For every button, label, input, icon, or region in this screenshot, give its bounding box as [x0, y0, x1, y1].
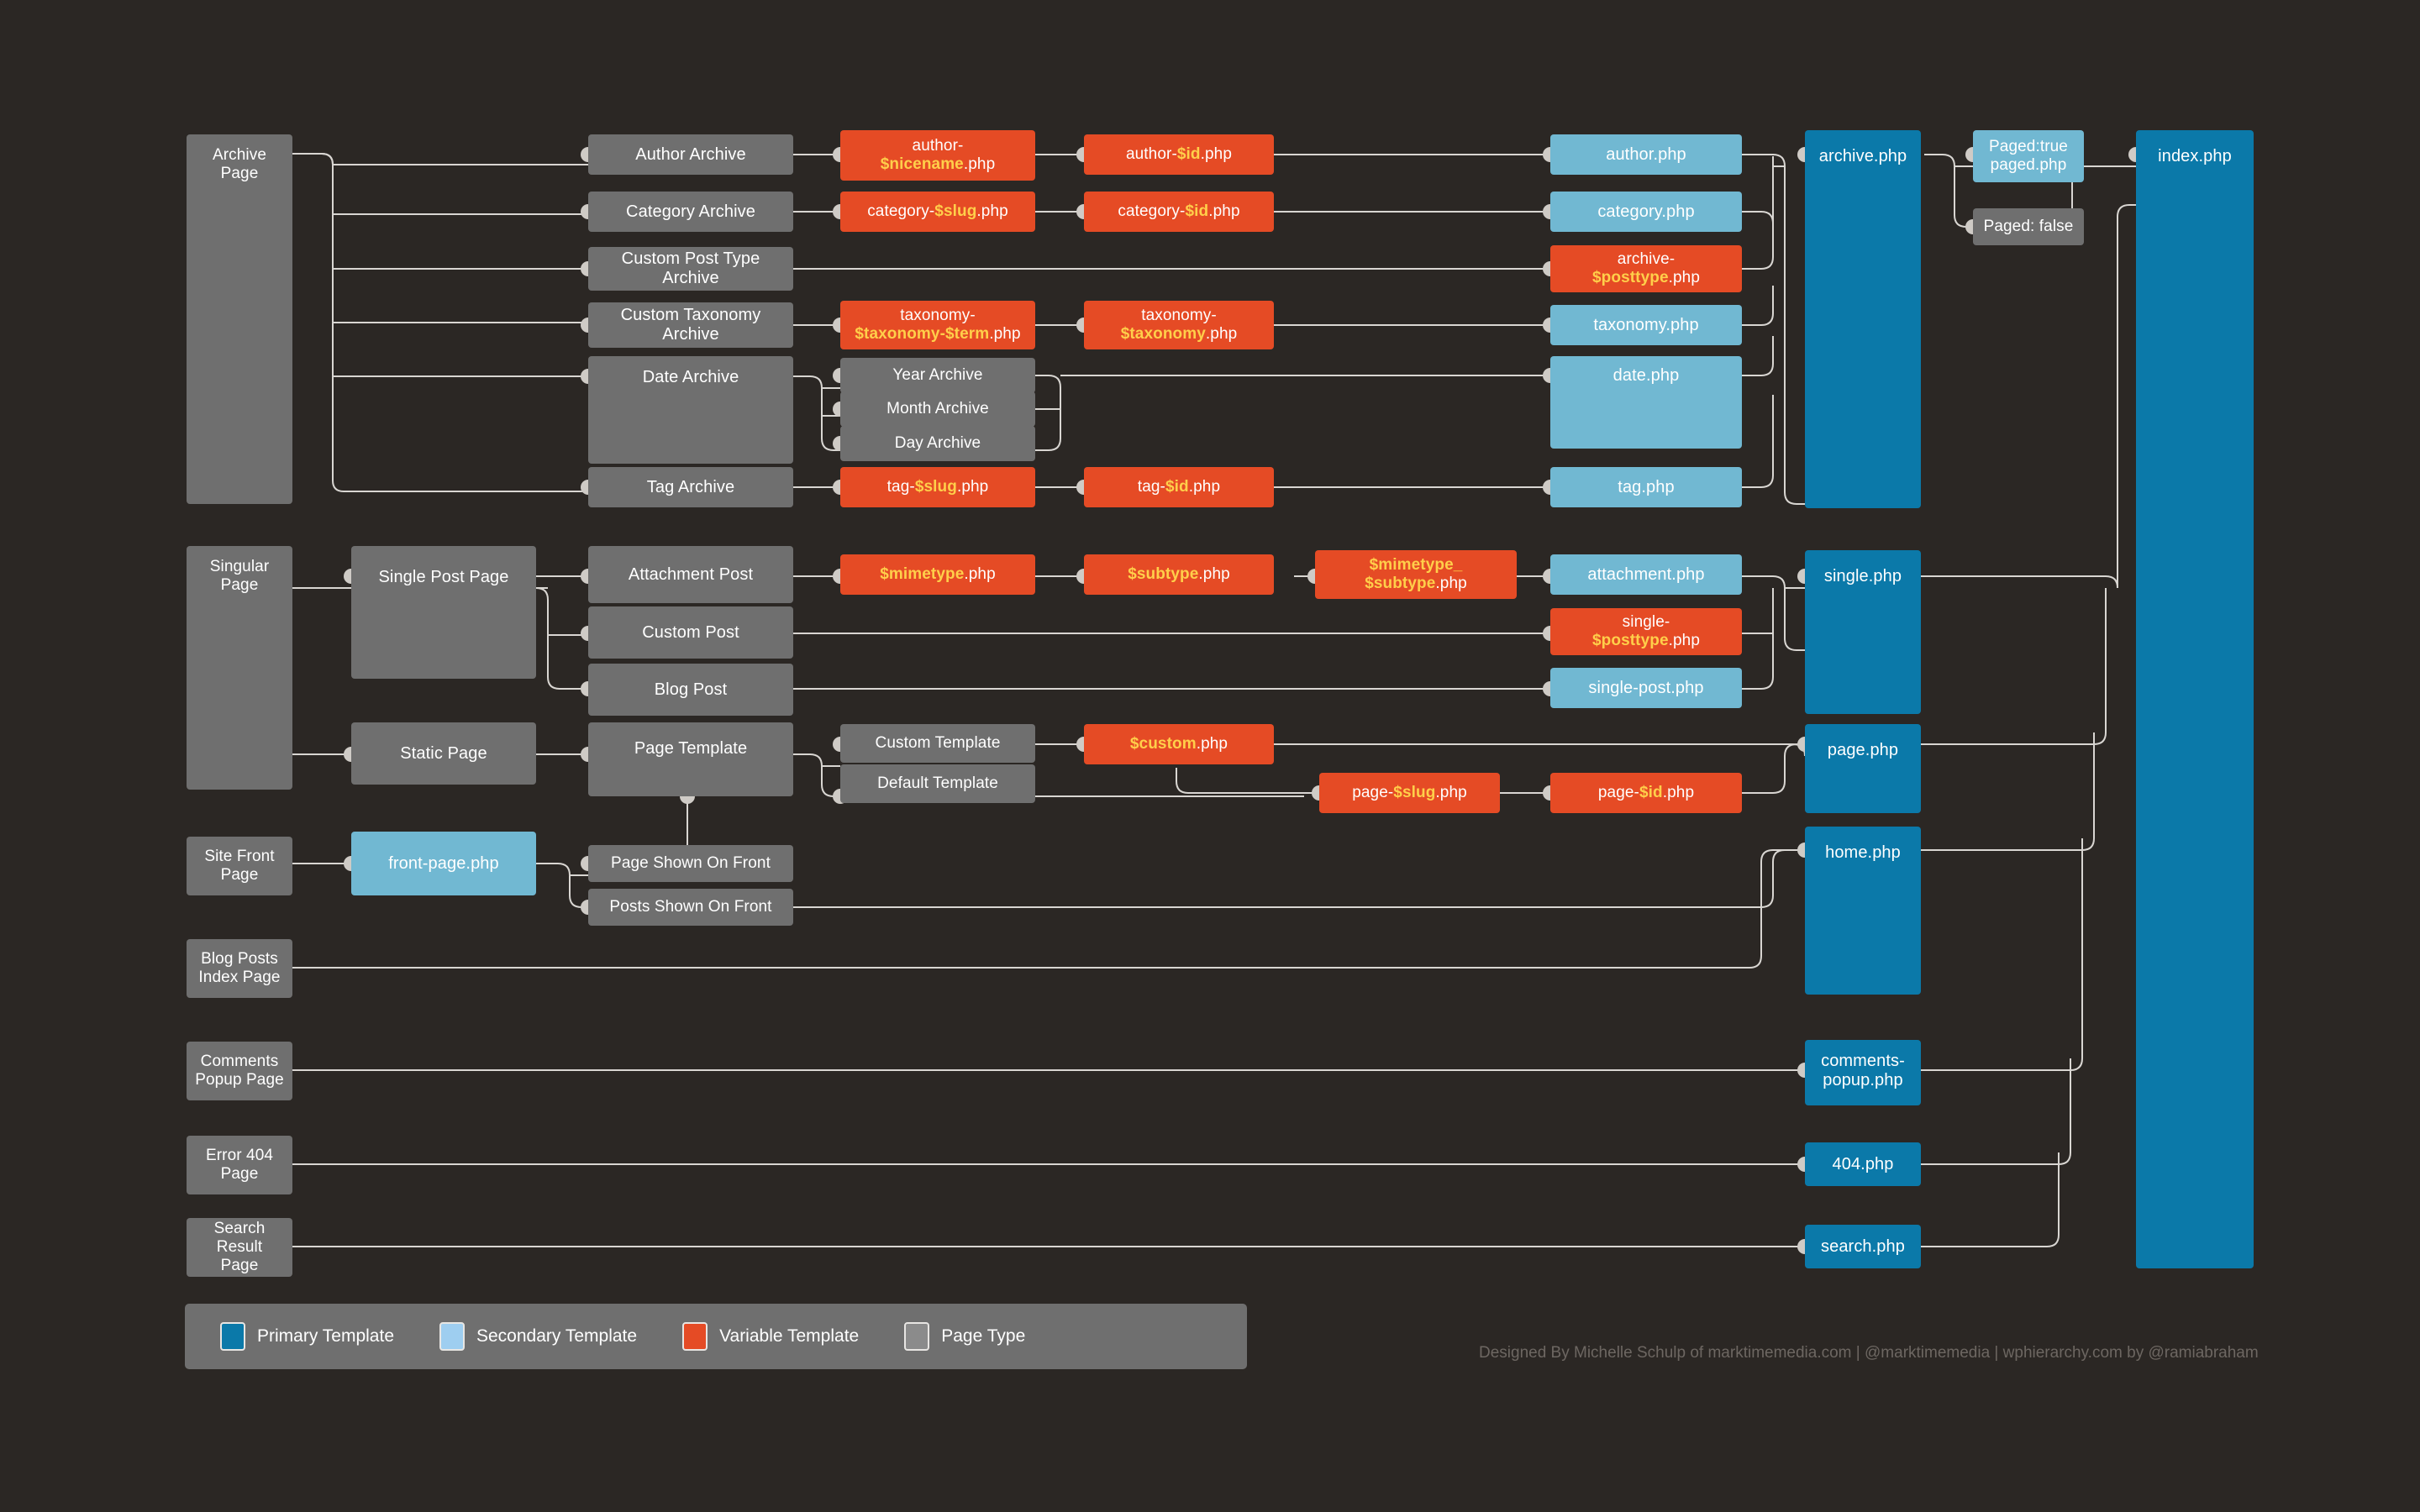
legend-label-pagetype: Page Type — [941, 1326, 1026, 1346]
node-custom-post-type-archive[interactable]: Custom Post Type Archive — [588, 247, 793, 291]
legend-label-variable: Variable Template — [719, 1326, 860, 1346]
node-page-shown-on-front[interactable]: Page Shown On Front — [588, 845, 793, 882]
node-author-archive[interactable]: Author Archive — [588, 134, 793, 175]
node-comments-popup-page[interactable]: Comments Popup Page — [187, 1042, 292, 1100]
node-single-post-php[interactable]: single-post.php — [1550, 668, 1742, 708]
node-taxonomy-php[interactable]: taxonomy.php — [1550, 305, 1742, 345]
legend-label-secondary: Secondary Template — [476, 1326, 638, 1346]
node-static-page[interactable]: Static Page — [351, 722, 536, 785]
node-custom-taxonomy-archive[interactable]: Custom Taxonomy Archive — [588, 302, 793, 348]
legend-swatch-primary — [220, 1322, 245, 1351]
node-author-id-php[interactable]: author-$id.php — [1084, 134, 1274, 175]
node-archive-php[interactable]: archive.php — [1805, 130, 1921, 508]
template-filename: $mimetype.php — [880, 565, 996, 584]
node-tag-slug-php[interactable]: tag-$slug.php — [840, 467, 1035, 507]
template-filename: $custom.php — [1129, 735, 1228, 753]
node-custom-php[interactable]: $custom.php — [1084, 724, 1274, 764]
legend-item-secondary-template: Secondary Template — [439, 1322, 637, 1351]
template-filename: tag-$slug.php — [886, 478, 989, 496]
node-tag-id-php[interactable]: tag-$id.php — [1084, 467, 1274, 507]
node-page-slug-php[interactable]: page-$slug.php — [1319, 773, 1500, 813]
node-page-id-php[interactable]: page-$id.php — [1550, 773, 1742, 813]
node-taxonomy-taxonomy-php[interactable]: taxonomy- $taxonomy.php — [1084, 301, 1274, 349]
node-singular-page[interactable]: Singular Page — [187, 546, 292, 790]
node-category-archive[interactable]: Category Archive — [588, 192, 793, 232]
legend-label-primary: Primary Template — [257, 1326, 394, 1346]
template-filename: taxonomy- $taxonomy.php — [1120, 307, 1238, 343]
legend-item-variable-template: Variable Template — [682, 1322, 859, 1351]
template-filename: category-$slug.php — [867, 202, 1008, 221]
node-paged-false[interactable]: Paged: false — [1973, 208, 2084, 245]
node-single-php[interactable]: single.php — [1805, 550, 1921, 714]
node-site-front-page[interactable]: Site Front Page — [187, 837, 292, 895]
template-filename: page-$slug.php — [1352, 784, 1467, 802]
legend-swatch-variable — [682, 1322, 708, 1351]
node-search-php[interactable]: search.php — [1805, 1225, 1921, 1268]
node-month-archive[interactable]: Month Archive — [840, 391, 1035, 427]
node-subtype-php[interactable]: $subtype.php — [1084, 554, 1274, 595]
template-filename: author- $nicename.php — [880, 137, 996, 173]
node-default-template[interactable]: Default Template — [840, 764, 1035, 803]
legend: Primary Template Secondary Template Vari… — [185, 1304, 1247, 1369]
node-blog-post[interactable]: Blog Post — [588, 664, 793, 716]
node-index-php[interactable]: index.php — [2136, 130, 2254, 1268]
node-home-php[interactable]: home.php — [1805, 827, 1921, 995]
node-category-php[interactable]: category.php — [1550, 192, 1742, 232]
node-front-page-php[interactable]: front-page.php — [351, 832, 536, 895]
node-page-php[interactable]: page.php — [1805, 724, 1921, 813]
node-blog-posts-index-page[interactable]: Blog Posts Index Page — [187, 939, 292, 998]
node-custom-post[interactable]: Custom Post — [588, 606, 793, 659]
node-day-archive[interactable]: Day Archive — [840, 426, 1035, 461]
node-page-template[interactable]: Page Template — [588, 722, 793, 796]
template-filename: category-$id.php — [1118, 202, 1240, 221]
node-tag-archive[interactable]: Tag Archive — [588, 467, 793, 507]
node-category-id-php[interactable]: category-$id.php — [1084, 192, 1274, 232]
node-attachment-post[interactable]: Attachment Post — [588, 546, 793, 603]
node-mimetype-php[interactable]: $mimetype.php — [840, 554, 1035, 595]
legend-swatch-pagetype — [904, 1322, 930, 1351]
node-taxonomy-term-php[interactable]: taxonomy- $taxonomy-$term.php — [840, 301, 1035, 349]
template-filename: page-$id.php — [1597, 784, 1695, 802]
template-filename: $mimetype_ $subtype.php — [1365, 556, 1467, 592]
node-date-php[interactable]: date.php — [1550, 356, 1742, 449]
node-single-posttype-php[interactable]: single- $posttype.php — [1550, 608, 1742, 655]
node-attachment-php[interactable]: attachment.php — [1550, 554, 1742, 595]
node-comments-popup-php[interactable]: comments- popup.php — [1805, 1040, 1921, 1105]
node-single-post-page[interactable]: Single Post Page — [351, 546, 536, 679]
node-archive-page[interactable]: Archive Page — [187, 134, 292, 504]
node-year-archive[interactable]: Year Archive — [840, 358, 1035, 393]
node-posts-shown-on-front[interactable]: Posts Shown On Front — [588, 889, 793, 926]
node-paged-true-php[interactable]: Paged:true paged.php — [1973, 130, 2084, 182]
legend-item-page-type: Page Type — [904, 1322, 1025, 1351]
node-author-nicename-php[interactable]: author- $nicename.php — [840, 130, 1035, 181]
template-filename: taxonomy- $taxonomy-$term.php — [855, 307, 1021, 343]
template-filename: single- $posttype.php — [1591, 613, 1701, 649]
node-404-php[interactable]: 404.php — [1805, 1142, 1921, 1186]
template-filename: archive- $posttype.php — [1591, 250, 1701, 286]
template-filename: author-$id.php — [1125, 145, 1233, 164]
node-date-archive[interactable]: Date Archive — [588, 356, 793, 464]
legend-item-primary-template: Primary Template — [220, 1322, 394, 1351]
node-tag-php[interactable]: tag.php — [1550, 467, 1742, 507]
template-filename: tag-$id.php — [1137, 478, 1221, 496]
node-custom-template[interactable]: Custom Template — [840, 724, 1035, 763]
credits-text: Designed By Michelle Schulp of marktimem… — [1479, 1344, 2259, 1362]
node-search-result-page[interactable]: Search Result Page — [187, 1218, 292, 1277]
node-archive-posttype-php[interactable]: archive- $posttype.php — [1550, 245, 1742, 292]
wp-template-hierarchy-diagram: Archive Page Singular Page Site Front Pa… — [0, 0, 2420, 1512]
node-error-404-page[interactable]: Error 404 Page — [187, 1136, 292, 1194]
legend-swatch-secondary — [439, 1322, 465, 1351]
node-author-php[interactable]: author.php — [1550, 134, 1742, 175]
template-filename: $subtype.php — [1128, 565, 1230, 584]
node-category-slug-php[interactable]: category-$slug.php — [840, 192, 1035, 232]
node-mimetype-subtype-php[interactable]: $mimetype_ $subtype.php — [1315, 550, 1517, 599]
